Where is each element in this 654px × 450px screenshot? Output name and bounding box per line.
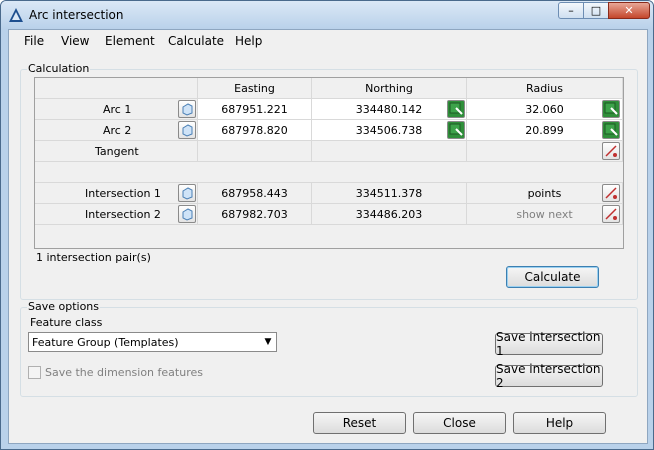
intersection2-northing: 334486.203: [312, 204, 467, 225]
intersection1-easting: 687958.443: [198, 183, 312, 204]
intersection2-pick-button[interactable]: [602, 205, 620, 223]
row-label-tangent: Tangent: [35, 141, 198, 162]
close-button[interactable]: Close: [413, 412, 506, 434]
minimize-button[interactable]: –: [558, 2, 584, 19]
calculate-button[interactable]: Calculate: [506, 266, 599, 288]
maximize-icon: □: [590, 4, 602, 17]
cube-icon: [182, 103, 193, 116]
save-intersection1-button[interactable]: Save intersection 1: [495, 330, 603, 358]
line-pick-icon: [605, 208, 617, 220]
row-label-arc2: Arc 2: [35, 120, 198, 141]
intersection1-northing: 334511.378: [312, 183, 467, 204]
line-pick-icon: [605, 145, 617, 157]
pick-arc1-point-button[interactable]: [447, 100, 465, 118]
select-intersection2-button[interactable]: [178, 205, 196, 223]
tangent-easting: [198, 141, 312, 162]
pick-arc1-radius-button[interactable]: [602, 100, 620, 118]
window-title: Arc intersection: [29, 8, 124, 22]
row-label-intersection1: Intersection 1: [35, 183, 198, 204]
feature-class-value: Feature Group (Templates): [32, 335, 179, 349]
intersection2-easting: 687982.703: [198, 204, 312, 225]
pick-point-icon: [604, 123, 618, 136]
arc2-northing[interactable]: 334506.738: [312, 120, 467, 141]
calculation-grid: Easting Northing Radius Arc 1 687951.221…: [34, 77, 624, 249]
select-arc1-button[interactable]: [178, 100, 196, 118]
intersection-count-status: 1 intersection pair(s): [36, 251, 151, 264]
menu-calculate[interactable]: Calculate: [168, 34, 224, 48]
column-header-northing: Northing: [312, 78, 467, 99]
select-intersection1-button[interactable]: [178, 184, 196, 202]
intersection2-radius-label: show next: [467, 204, 623, 225]
menu-file[interactable]: File: [24, 34, 44, 48]
row-label-arc1: Arc 1: [35, 99, 198, 120]
arc1-easting[interactable]: 687951.221: [198, 99, 312, 120]
pick-point-icon: [604, 102, 618, 115]
tangent-radius: [467, 141, 623, 162]
intersection1-radius-label: points: [467, 183, 623, 204]
arc2-easting[interactable]: 687978.820: [198, 120, 312, 141]
minimize-icon: –: [568, 4, 574, 17]
close-window-button[interactable]: ✕: [608, 2, 650, 19]
title-bar[interactable]: Arc intersection – □ ✕: [1, 1, 653, 29]
save-intersection2-button[interactable]: Save intersection 2: [495, 362, 603, 390]
arc1-radius[interactable]: 32.060: [467, 99, 623, 120]
pick-arc2-radius-button[interactable]: [602, 121, 620, 139]
dialog-client: File View Element Calculate Help Calcula…: [8, 29, 648, 444]
spacer-row: [35, 162, 623, 183]
save-dimension-label: Save the dimension features: [45, 366, 203, 379]
grid-corner: [35, 78, 198, 99]
reset-button[interactable]: Reset: [313, 412, 406, 434]
pick-arc2-point-button[interactable]: [447, 121, 465, 139]
help-button[interactable]: Help: [513, 412, 606, 434]
tangent-northing: [312, 141, 467, 162]
app-logo-icon: [9, 8, 23, 22]
column-header-easting: Easting: [198, 78, 312, 99]
calculation-group-label: Calculation: [27, 62, 91, 75]
arc1-northing[interactable]: 334480.142: [312, 99, 467, 120]
close-icon: ✕: [624, 4, 634, 17]
cube-icon: [182, 208, 193, 221]
dialog-window: Arc intersection – □ ✕ File View Element…: [0, 0, 654, 450]
row-label-intersection2: Intersection 2: [35, 204, 198, 225]
menu-view[interactable]: View: [61, 34, 89, 48]
line-pick-icon: [605, 187, 617, 199]
save-options-group-label: Save options: [27, 300, 101, 313]
menu-bar: File View Element Calculate Help: [9, 30, 647, 52]
feature-class-label: Feature class: [30, 316, 103, 329]
menu-help[interactable]: Help: [235, 34, 262, 48]
pick-point-icon: [449, 102, 463, 115]
menu-element[interactable]: Element: [105, 34, 155, 48]
tangent-pick-button[interactable]: [602, 142, 620, 160]
cube-icon: [182, 187, 193, 200]
select-arc2-button[interactable]: [178, 121, 196, 139]
pick-point-icon: [449, 123, 463, 136]
chevron-down-icon: ▼: [264, 337, 272, 347]
intersection1-pick-button[interactable]: [602, 184, 620, 202]
column-header-radius: Radius: [467, 78, 623, 99]
maximize-button[interactable]: □: [583, 2, 609, 19]
cube-icon: [182, 124, 193, 137]
arc2-radius[interactable]: 20.899: [467, 120, 623, 141]
feature-class-dropdown[interactable]: Feature Group (Templates) ▼: [28, 332, 277, 352]
save-dimension-checkbox[interactable]: [28, 366, 41, 379]
